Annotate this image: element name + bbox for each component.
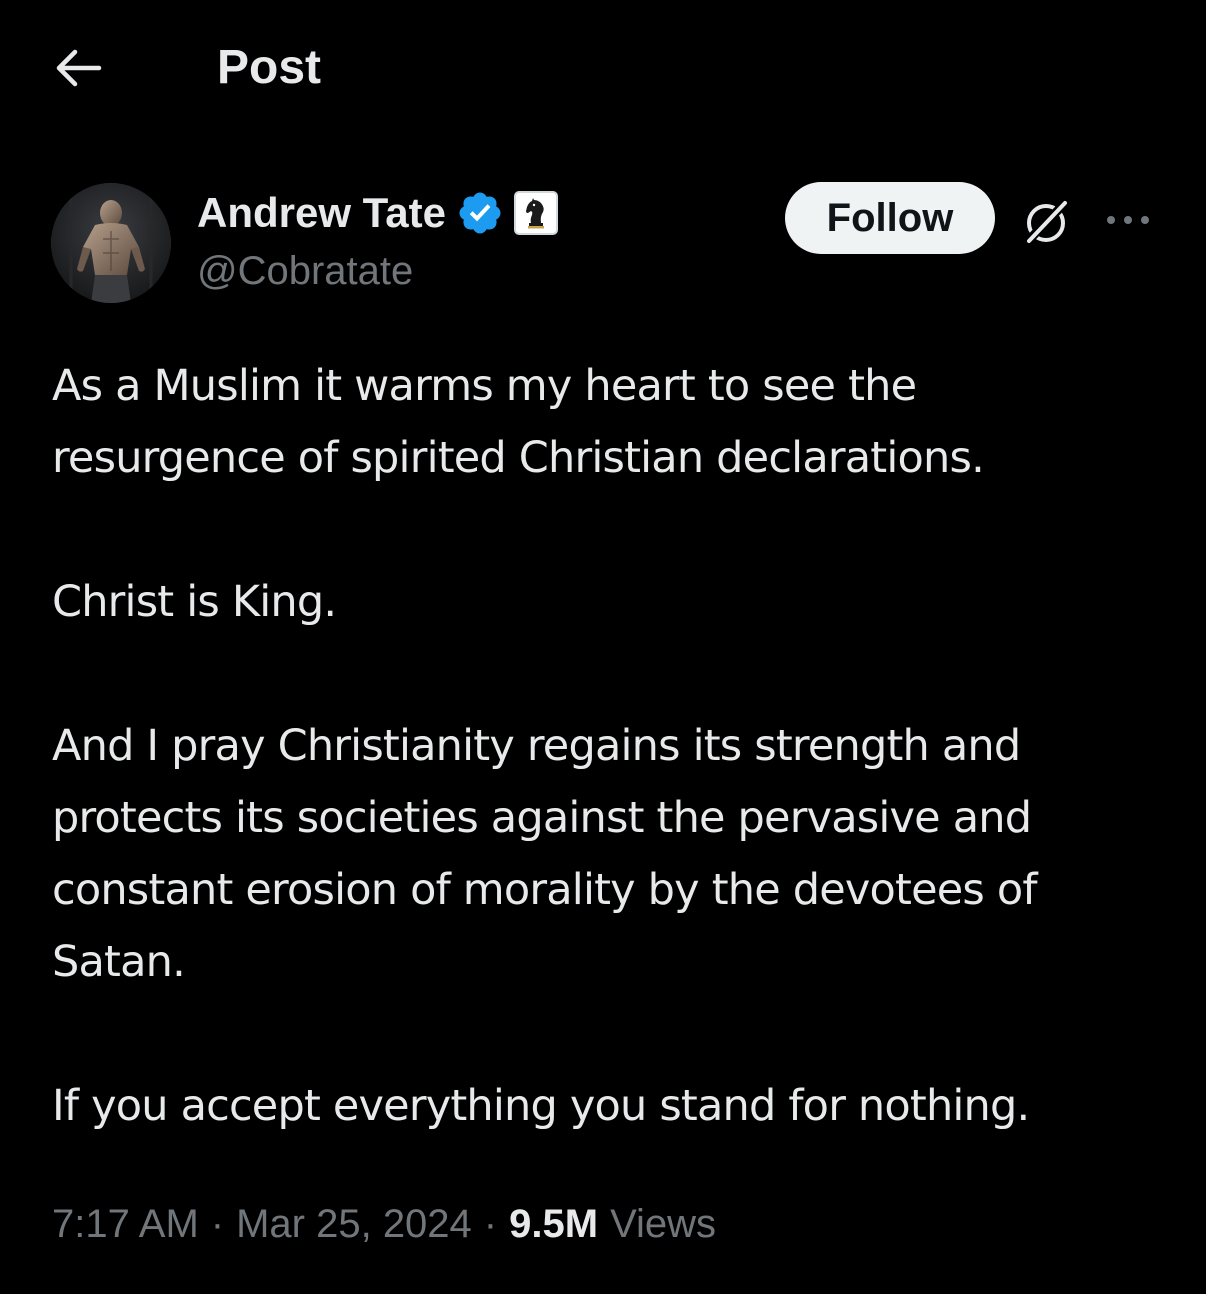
views-label: Views: [610, 1201, 717, 1246]
post-text-line: Satan.: [52, 937, 186, 987]
post-date[interactable]: Mar 25, 2024: [236, 1202, 472, 1247]
author-name[interactable]: Andrew Tate: [197, 186, 446, 240]
profile-photo: [51, 183, 171, 303]
post-text-line: If you accept everything you stand for n…: [52, 1081, 1030, 1131]
top-bar: Post: [0, 0, 1206, 134]
views-count[interactable]: 9.5M: [509, 1202, 598, 1247]
avatar[interactable]: [51, 183, 171, 303]
post-text-line: And I pray Christianity regains its stre…: [52, 721, 1021, 771]
post-text-line: resurgence of spirited Christian declara…: [52, 433, 985, 483]
page-title: Post: [217, 41, 322, 94]
post-meta: 7:17 AM · Mar 25, 2024 · 9.5M Views: [52, 1196, 716, 1252]
meta-separator: ·: [210, 1201, 225, 1246]
back-button[interactable]: [48, 40, 108, 96]
post-author-row: Andrew Tate @Cobratate Follow: [0, 180, 1206, 310]
post-text: As a Muslim it warms my heart to see the…: [52, 350, 1172, 1142]
post-time[interactable]: 7:17 AM: [52, 1202, 199, 1247]
more-options-button[interactable]: [1098, 190, 1158, 250]
meta-separator: ·: [483, 1201, 498, 1246]
author-handle[interactable]: @Cobratate: [197, 244, 413, 298]
grok-button[interactable]: [1014, 190, 1078, 254]
post-text-line: As a Muslim it warms my heart to see the: [52, 361, 917, 411]
grok-icon: [1022, 198, 1070, 247]
verified-badge-icon: [459, 192, 501, 234]
post-text-line: Christ is King.: [52, 577, 337, 627]
affiliate-badge[interactable]: [513, 191, 558, 235]
more-horizontal-icon: [1107, 216, 1149, 224]
chess-knight-icon: [525, 198, 544, 229]
post-text-line: constant erosion of morality by the devo…: [52, 865, 1038, 915]
post-text-line: protects its societies against the perva…: [52, 793, 1032, 843]
arrow-left-icon: [56, 49, 102, 87]
follow-button[interactable]: Follow: [785, 182, 995, 254]
author-name-line: Andrew Tate: [197, 186, 558, 240]
